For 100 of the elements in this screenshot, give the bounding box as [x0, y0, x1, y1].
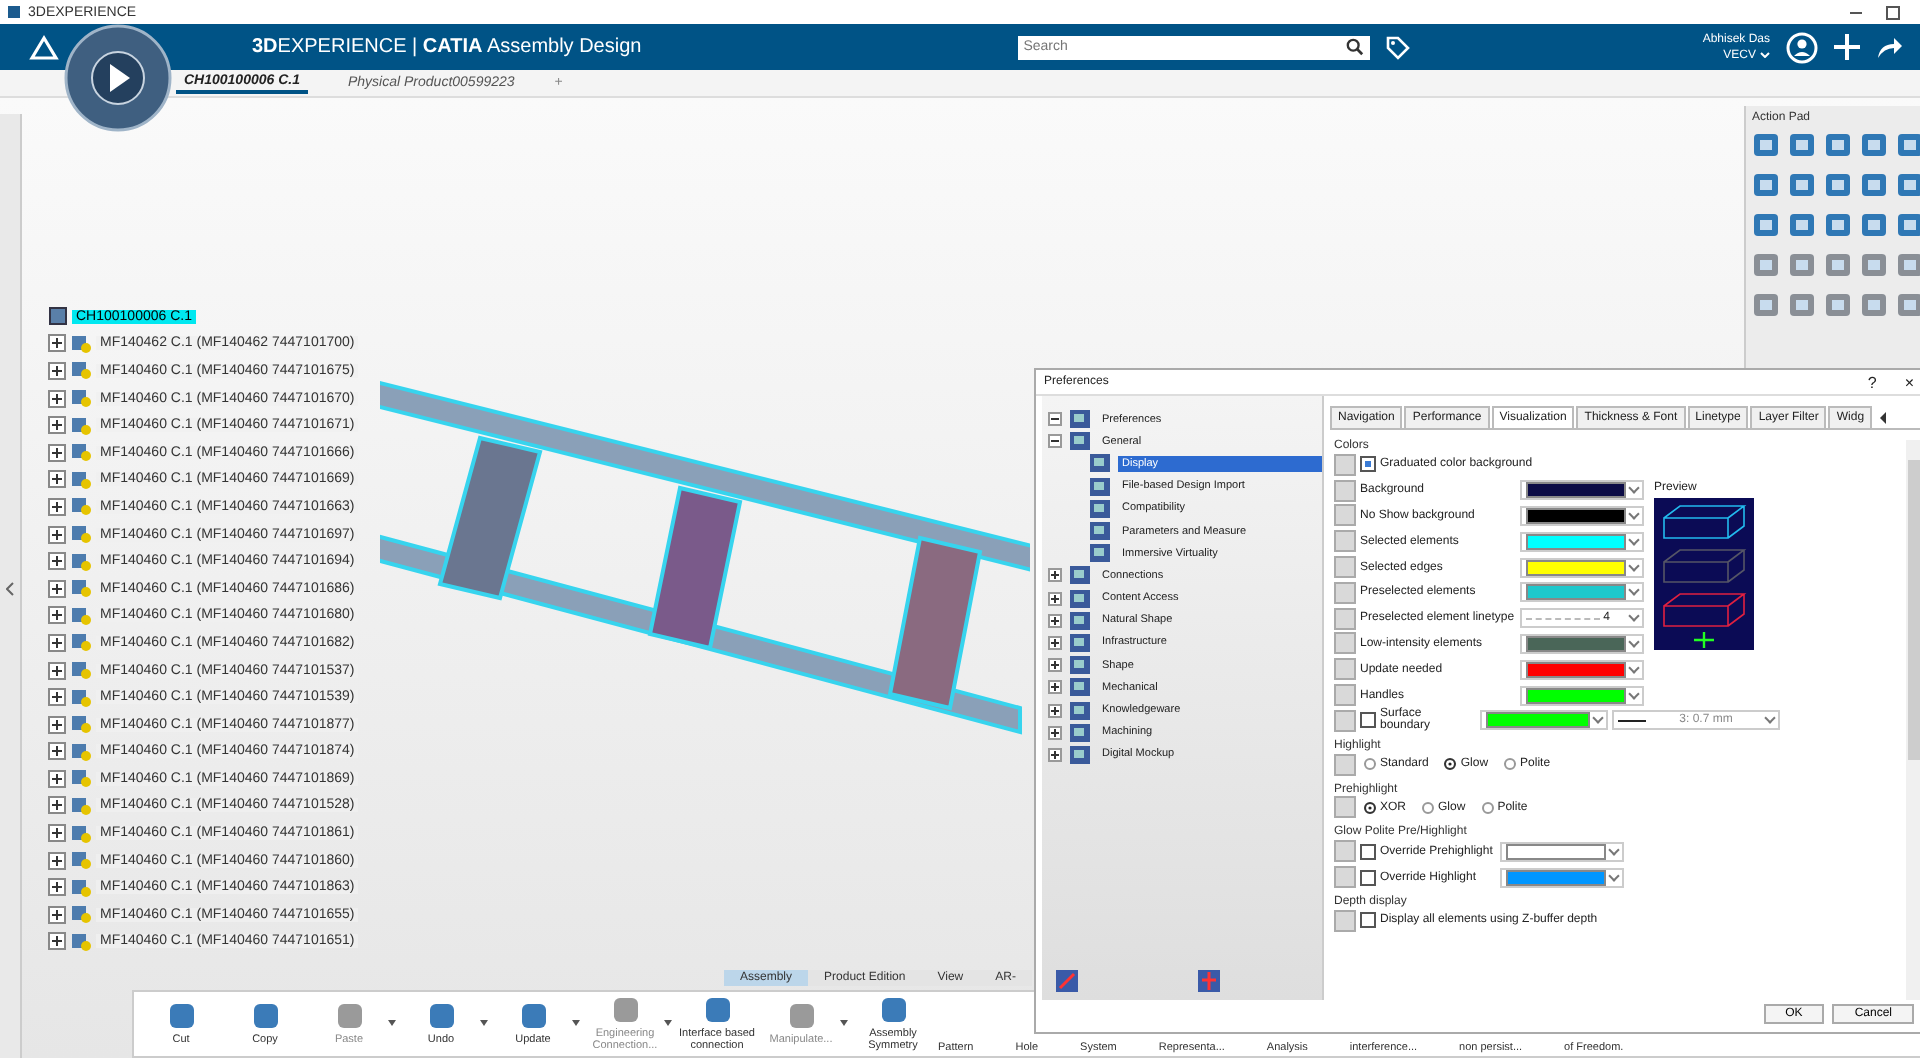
tool-icon[interactable]: [1824, 250, 1854, 280]
tool-icon[interactable]: [1054, 968, 1080, 994]
user-icon[interactable]: [1786, 31, 1818, 63]
expand-icon[interactable]: [48, 579, 66, 598]
tool-icon[interactable]: [1824, 210, 1854, 240]
expand-icon[interactable]: [48, 606, 66, 625]
tool-icon[interactable]: [1788, 250, 1818, 280]
radio-button[interactable]: [1481, 801, 1494, 814]
tool-icon[interactable]: [1752, 130, 1782, 160]
expand-icon[interactable]: [48, 905, 66, 924]
ds-logo-icon: [28, 33, 60, 61]
caret-icon[interactable]: [1760, 52, 1770, 58]
color-dropdown[interactable]: [1520, 659, 1644, 680]
dropdown-caret-icon[interactable]: [480, 1020, 488, 1026]
expand-icon[interactable]: [1048, 613, 1062, 628]
expand-icon[interactable]: [48, 796, 66, 815]
plus-icon[interactable]: [1834, 34, 1860, 60]
color-dropdown[interactable]: [1500, 867, 1624, 888]
tool-icon[interactable]: [1824, 170, 1854, 200]
tool-icon[interactable]: [1860, 210, 1890, 240]
expand-icon[interactable]: [48, 633, 66, 652]
checkbox[interactable]: [1360, 843, 1376, 860]
tool-icon[interactable]: [1896, 130, 1920, 160]
checkbox[interactable]: [1360, 912, 1376, 929]
expand-icon[interactable]: [48, 661, 66, 680]
expand-icon[interactable]: [1048, 568, 1062, 583]
expand-icon[interactable]: [1048, 725, 1062, 740]
tool-icon[interactable]: [1896, 210, 1920, 240]
expand-icon[interactable]: [48, 525, 66, 544]
expand-icon[interactable]: [48, 688, 66, 707]
share-icon[interactable]: [1876, 34, 1904, 60]
category-icon: [1088, 452, 1112, 475]
color-dropdown[interactable]: [1520, 557, 1644, 578]
expand-icon[interactable]: [48, 552, 66, 571]
collapse-icon[interactable]: [1048, 434, 1062, 449]
expand-icon[interactable]: [48, 742, 66, 761]
expand-icon[interactable]: [48, 769, 66, 788]
radio-button[interactable]: [1364, 758, 1376, 771]
expand-icon[interactable]: [48, 715, 66, 734]
tool-icon[interactable]: [1752, 290, 1782, 320]
checkbox[interactable]: [1360, 869, 1376, 886]
tool-icon[interactable]: [1788, 130, 1818, 160]
expand-icon[interactable]: [1048, 680, 1062, 695]
expand-icon[interactable]: [48, 334, 66, 353]
radio-button[interactable]: [1364, 801, 1376, 814]
tool-icon[interactable]: [1788, 170, 1818, 200]
tool-icon[interactable]: [1824, 130, 1854, 160]
dropdown-caret-icon[interactable]: [572, 1020, 580, 1026]
radio-button[interactable]: [1444, 758, 1457, 771]
tool-icon[interactable]: [1788, 290, 1818, 320]
expand-icon[interactable]: [1048, 658, 1062, 673]
scrollbar[interactable]: [1906, 440, 1920, 1000]
color-dropdown[interactable]: [1480, 710, 1608, 731]
color-dropdown[interactable]: [1520, 531, 1644, 552]
expand-icon[interactable]: [48, 878, 66, 897]
tool-icon[interactable]: [1860, 250, 1890, 280]
tool-icon[interactable]: [1824, 290, 1854, 320]
expand-icon[interactable]: [1048, 703, 1062, 718]
tag-icon[interactable]: [1385, 35, 1410, 59]
tool-icon[interactable]: [1896, 290, 1920, 320]
tool-icon[interactable]: [1896, 250, 1920, 280]
restore-icon[interactable]: [1886, 5, 1900, 19]
tool-icon[interactable]: [1860, 290, 1890, 320]
radio-button[interactable]: [1504, 758, 1517, 771]
checkbox[interactable]: [1360, 712, 1376, 729]
tool-icon[interactable]: [1752, 170, 1782, 200]
color-dropdown[interactable]: [1500, 841, 1624, 862]
expand-icon[interactable]: [1048, 591, 1062, 606]
radio-button[interactable]: [1422, 801, 1435, 814]
help-button[interactable]: ?: [1867, 373, 1877, 391]
tool-icon[interactable]: [1788, 210, 1818, 240]
checkbox[interactable]: [1360, 456, 1376, 473]
minimize-icon[interactable]: [1850, 11, 1862, 13]
expand-icon[interactable]: [48, 416, 66, 435]
expand-icon[interactable]: [48, 824, 66, 843]
expand-icon[interactable]: [48, 470, 66, 489]
collapse-icon[interactable]: [1048, 412, 1062, 427]
tool-icon[interactable]: [1896, 170, 1920, 200]
close-button[interactable]: ×: [1904, 373, 1914, 391]
expand-icon[interactable]: [48, 361, 66, 380]
tool-icon[interactable]: [1860, 130, 1890, 160]
expand-icon[interactable]: [48, 443, 66, 462]
tool-icon[interactable]: [1752, 210, 1782, 240]
color-dropdown[interactable]: [1520, 633, 1644, 654]
color-dropdown[interactable]: [1520, 480, 1644, 501]
tool-icon[interactable]: [1752, 250, 1782, 280]
expand-icon[interactable]: [1048, 747, 1062, 762]
expand-icon[interactable]: [48, 389, 66, 408]
color-dropdown[interactable]: [1520, 685, 1644, 706]
color-dropdown[interactable]: [1520, 505, 1644, 526]
tool-icon[interactable]: [1196, 968, 1222, 994]
category-icon: [1068, 743, 1092, 766]
expand-icon[interactable]: [1048, 635, 1062, 650]
tab-scroll-left-icon[interactable]: [1880, 412, 1887, 424]
expand-icon[interactable]: [48, 851, 66, 870]
expand-icon[interactable]: [48, 932, 66, 951]
expand-icon[interactable]: [48, 497, 66, 516]
tool-icon[interactable]: [1860, 170, 1890, 200]
color-dropdown[interactable]: [1520, 582, 1644, 603]
command-icon: [333, 999, 365, 1032]
